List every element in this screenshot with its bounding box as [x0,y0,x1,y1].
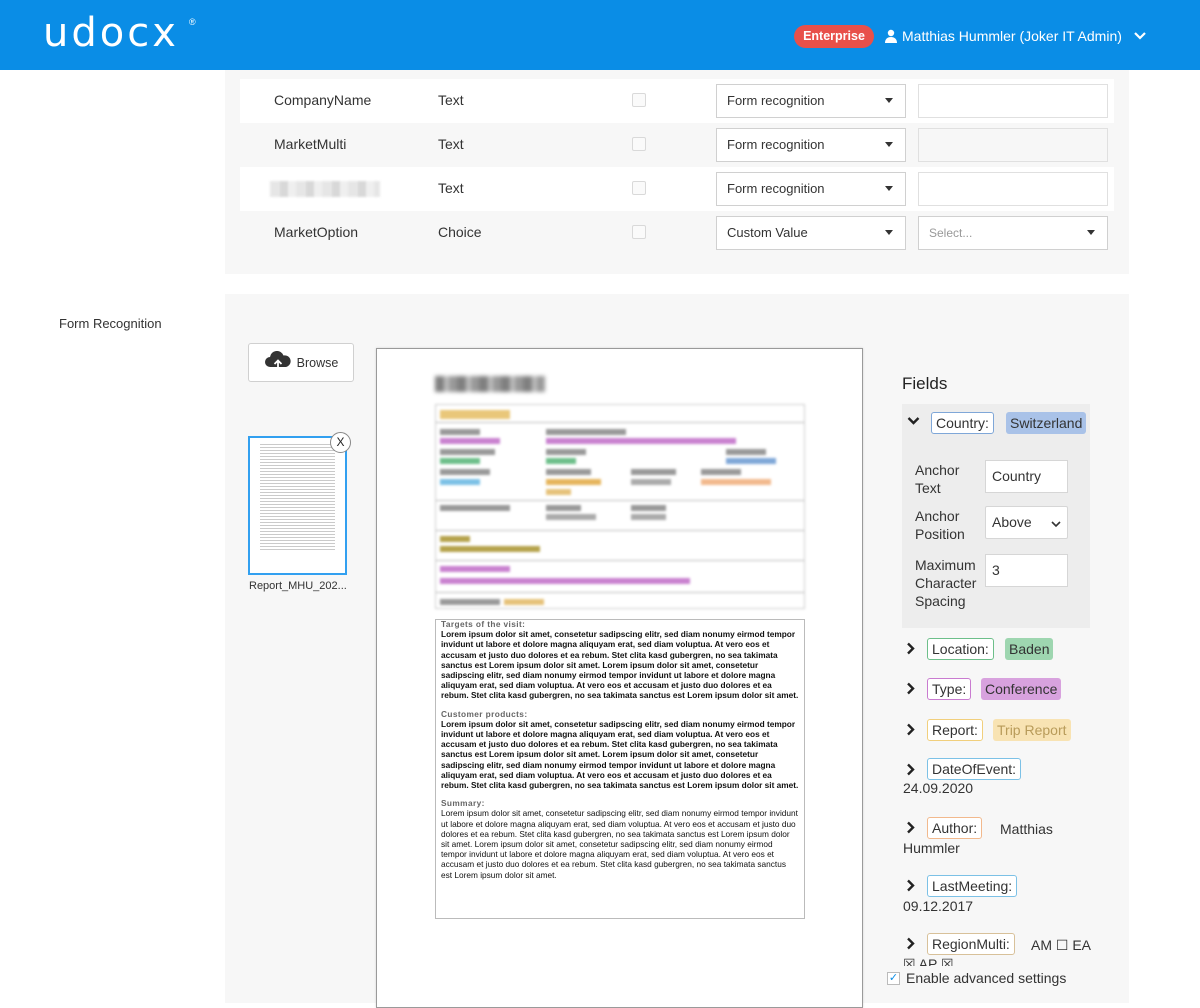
field-type: Choice [438,224,482,240]
redacted-document-title [435,376,545,392]
blurred-form-table [435,404,805,609]
field-type: Text [438,92,464,108]
document-paragraph: Lorem ipsum dolor sit amet, consetetur s… [441,808,798,880]
thumbnail-preview [260,444,335,552]
select-value: Above [992,514,1032,530]
document-heading: Summary: [441,798,485,809]
field-name: MarketMulti [274,136,347,152]
max-spacing-input[interactable]: 3 [985,554,1068,587]
caret-down-icon [885,186,893,191]
fields-title: Fields [902,374,948,393]
chevron-down-icon [1051,508,1061,539]
registered-mark: ® [189,17,196,27]
anchor-text-input[interactable]: Country [985,460,1068,493]
anchor-position-select[interactable]: Above [985,506,1068,539]
select-value: Custom Value [727,225,808,240]
field-value-type: Conference [981,678,1062,700]
field-value-region-multi: AM ☐ EA ☒ AP ☒ [903,937,1091,966]
field-label-report[interactable]: Report: [927,719,983,741]
field-value-input[interactable] [918,84,1108,118]
browse-label: Browse [296,355,339,370]
document-thumbnail[interactable] [248,436,347,575]
field-name: CompanyName [274,92,372,108]
advanced-settings-toggle[interactable]: ✓ Enable advanced settings [887,970,1066,986]
user-menu[interactable]: Matthias Hummler (Joker IT Admin) [884,25,1146,47]
field-row: CompanyName Text Form recognition [240,79,1114,123]
chevron-right-icon[interactable] [906,763,916,779]
document-heading: Targets of the visit: [441,619,526,629]
select-placeholder: Select... [929,226,973,240]
field-checkbox[interactable] [632,137,646,151]
field-label-location[interactable]: Location: [927,638,994,660]
field-type: Text [438,180,464,196]
field-label-type[interactable]: Type: [927,678,972,700]
plan-badge: Enterprise [794,25,874,48]
caret-down-icon [885,230,893,235]
extraction-method-select[interactable]: Form recognition [716,128,906,162]
field-value-date-of-event: 24.09.2020 [903,780,974,796]
field-checkbox[interactable] [632,181,646,195]
top-navigation-bar: udocx ® Enterprise Matthias Hummler (Jok… [0,0,1200,70]
anchor-position-label: Anchor Position [915,508,965,542]
field-row: MarketMulti Text Form recognition [240,123,1114,167]
field-value-input[interactable] [918,172,1108,206]
extraction-method-select[interactable]: Custom Value [716,216,906,250]
field-checkbox[interactable] [632,225,646,239]
field-checkbox[interactable] [632,93,646,107]
field-value-report: Trip Report [993,719,1071,741]
field-label-country[interactable]: Country: [931,412,994,434]
advanced-settings-label: Enable advanced settings [906,970,1067,986]
caret-down-icon [885,142,893,147]
chevron-right-icon[interactable] [906,723,916,739]
browse-button[interactable]: Browse [248,343,354,382]
chevron-right-icon[interactable] [906,682,916,698]
checkmark-icon[interactable]: ✓ [887,971,900,985]
chevron-right-icon[interactable] [906,879,916,895]
field-value-last-meeting: 09.12.2017 [903,898,974,914]
chevron-right-icon[interactable] [906,642,916,658]
select-value: Form recognition [727,181,825,196]
cloud-upload-icon [264,350,292,374]
select-value: Form recognition [727,93,825,108]
extraction-method-select[interactable]: Form recognition [716,84,906,118]
redacted-field-name [270,181,380,197]
extraction-method-select[interactable]: Form recognition [716,172,906,206]
field-label-last-meeting[interactable]: LastMeeting: [927,875,1018,897]
caret-down-icon [1087,230,1095,235]
file-name: Report_MHU_202... [249,580,347,592]
document-heading: Customer products: [441,708,528,719]
field-type: Text [438,136,464,152]
select-value: Form recognition [727,137,825,152]
field-value-author: Matthias Hummler [903,821,1053,856]
document-paragraph: Lorem ipsum dolor sit amet, consetetur s… [441,718,799,791]
section-label: Form Recognition [59,316,162,331]
field-value-country: Switzerland [1006,412,1087,434]
field-label-date-of-event[interactable]: DateOfEvent: [927,758,1022,780]
anchor-text-label: Anchor Text [915,462,960,496]
user-icon [884,29,898,43]
document-body-text: Targets of the visit: Lorem ipsum dolor … [435,619,805,919]
app-logo[interactable]: udocx [43,10,179,56]
document-paragraph: Lorem ipsum dolor sit amet, consetetur s… [441,629,799,701]
choice-value-select[interactable]: Select... [918,216,1108,250]
chevron-down-icon [1134,31,1146,41]
remove-file-button[interactable]: X [330,432,351,453]
chevron-down-icon[interactable] [907,414,920,429]
field-value-input[interactable] [918,128,1108,162]
document-preview: Targets of the visit: Lorem ipsum dolor … [376,348,863,1008]
field-row: Text Form recognition [240,167,1114,211]
field-row: MarketOption Choice Custom Value Select.… [240,211,1114,255]
field-value-location: Baden [1005,638,1054,660]
field-name: MarketOption [274,224,359,240]
caret-down-icon [885,98,893,103]
user-name: Matthias Hummler (Joker IT Admin) [902,28,1122,44]
max-spacing-label: Maximum Character Spacing [915,557,977,609]
